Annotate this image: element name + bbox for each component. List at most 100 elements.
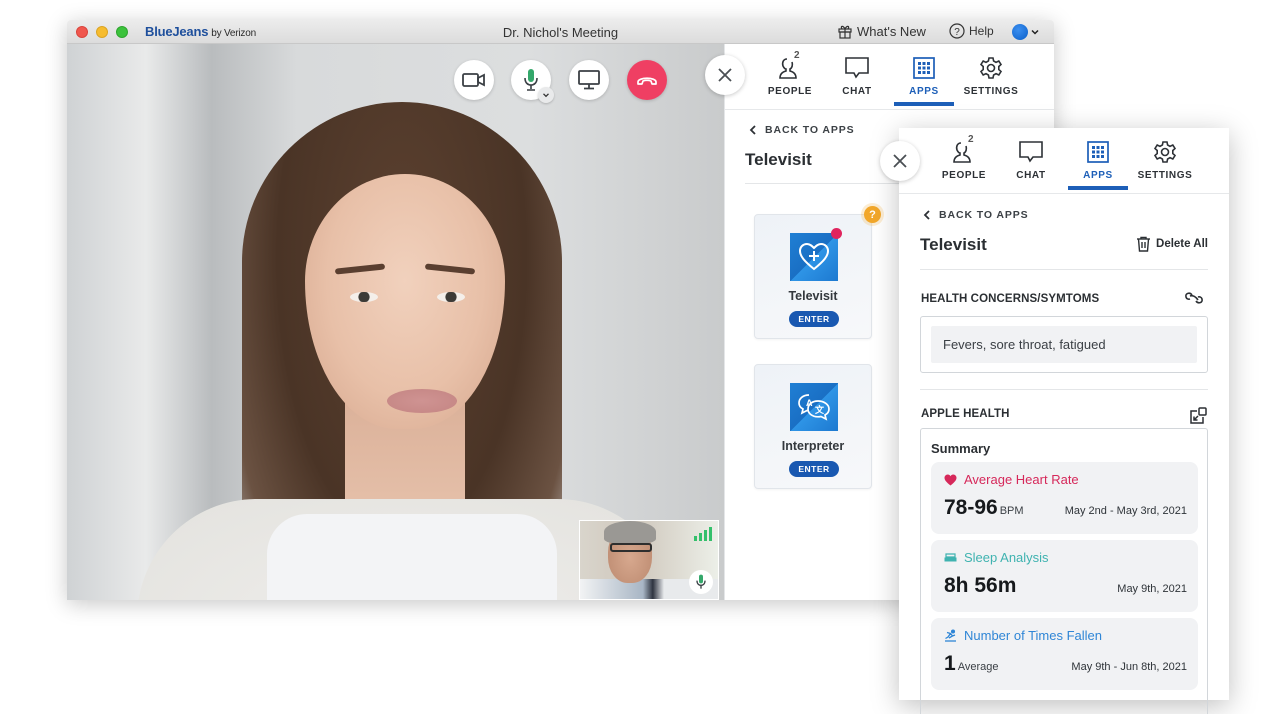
app-icon [790,233,838,281]
chat-icon [845,57,869,79]
metric-value-wrap: 8h 56m [944,574,1016,598]
monitor-share-icon [578,70,600,90]
svg-text:?: ? [954,27,960,38]
panel-title: Televisit [745,150,812,169]
gift-icon [838,25,852,39]
svg-text:A: A [806,398,813,408]
back-to-apps-label: BACK TO APPS [939,209,1029,221]
account-menu[interactable] [1012,24,1040,40]
health-concerns-field[interactable]: Fevers, sore throat, fatigued [920,316,1208,373]
active-tab-indicator [1068,186,1128,190]
tab-apps[interactable]: APPS [1065,138,1131,190]
app-card-televisit[interactable]: Televisit ENTER [754,214,872,339]
metric-header: Number of Times Fallen [944,628,1102,643]
tab-icon-wrap: 2 [931,134,997,166]
metric-card-heart-rate[interactable]: Average Heart Rate 78-96 BPM May 2nd - Ma… [931,462,1198,534]
help-circle-icon: ? [949,23,965,39]
notification-dot [831,228,842,239]
tab-settings[interactable]: SETTINGS [958,54,1024,97]
link-icon[interactable] [1184,291,1204,305]
chevron-down-icon [543,93,549,98]
tab-icon-wrap [1065,138,1131,166]
tab-chat[interactable]: CHAT [998,138,1064,181]
tab-label: APPS [909,86,939,97]
trash-icon [1137,236,1151,252]
close-panel-button[interactable] [705,55,745,95]
close-icon [718,68,732,82]
back-to-apps-link[interactable]: BACK TO APPS [923,209,1029,221]
summary-title: Summary [931,441,991,456]
app-card-interpreter[interactable]: A文 Interpreter ENTER [754,364,872,489]
apps-grid-icon [1087,141,1109,163]
tab-label: PEOPLE [767,86,813,97]
people-count-badge: 2 [794,50,800,61]
delete-all-button[interactable]: Delete All [1136,236,1208,252]
metric-value-wrap: 78-96 BPM [944,496,1024,520]
metric-header: Average Heart Rate [944,472,1079,487]
tab-chat[interactable]: CHAT [824,54,890,97]
apple-health-summary: Summary Average Heart Rate 78-96 BPM May … [920,428,1208,714]
tab-people[interactable]: 2 PEOPLE [931,134,997,181]
enter-televisit-button[interactable]: ENTER [789,311,839,327]
end-call-button[interactable] [627,60,667,100]
whats-new-label: What's New [857,23,926,39]
help-badge[interactable]: ? [864,206,881,223]
app-icon: A文 [790,383,838,431]
main-video-feed [67,44,724,600]
self-view-video[interactable] [579,520,719,600]
chevron-down-icon [1031,29,1039,35]
metric-unit: BPM [999,505,1024,517]
panel-tabs: 2 PEOPLE CHAT APPS SETTINGS [899,128,1229,194]
metric-title: Average Heart Rate [964,472,1079,487]
metric-card-falls[interactable]: Number of Times Fallen 1 Average May 9th … [931,618,1198,690]
tab-icon-wrap: 2 [757,50,823,82]
pip-glasses [610,543,652,552]
back-to-apps-link[interactable]: BACK TO APPS [749,124,855,136]
mic-options-button[interactable] [538,87,554,103]
metric-value-wrap: 1 Average [944,652,998,676]
delete-all-label: Delete All [1156,238,1208,250]
active-tab-indicator [894,102,954,106]
panel-tabs: 2 PEOPLE CHAT APPS SETTINGS [725,44,1054,110]
enter-interpreter-button[interactable]: ENTER [789,461,839,477]
fall-icon [945,629,956,642]
tab-label: CHAT [842,86,872,97]
tab-label: APPS [1083,170,1113,181]
televisit-detail-panel: 2 PEOPLE CHAT APPS SETTINGS BACK TO APPS [899,128,1229,714]
tab-people[interactable]: 2 PEOPLE [757,50,823,97]
apple-health-heading: APPLE HEALTH [921,408,1010,420]
expand-icon[interactable] [1189,407,1207,425]
microphone-icon [696,574,706,589]
divider [920,389,1208,390]
close-panel-button[interactable] [880,141,920,181]
tab-label: PEOPLE [941,170,987,181]
tab-label: SETTINGS [1137,170,1193,181]
health-concerns-heading: HEALTH CONCERNS/SYMTOMS [921,293,1100,305]
mute-toggle-button[interactable] [511,60,554,103]
help-label: Help [969,24,994,38]
bed-icon [944,552,957,561]
pip-hair [604,521,656,543]
title-bar: BlueJeans by Verizon Dr. Nichol's Meeting… [67,20,1054,44]
video-toggle-button[interactable] [454,60,494,100]
share-screen-button[interactable] [569,60,609,100]
close-icon [893,154,907,168]
app-name: Interpreter [781,439,845,453]
metric-card-sleep[interactable]: Sleep Analysis 8h 56m May 9th, 2021 [931,540,1198,612]
app-name: Televisit [788,289,838,303]
panel-title: Televisit [920,235,987,254]
metric-date: May 2nd - May 3rd, 2021 [1064,505,1187,517]
help-button[interactable]: ? Help [949,23,994,39]
tab-icon-wrap [998,138,1064,166]
avatar [1012,24,1028,40]
signal-strength-icon [694,527,712,541]
metric-value: 78-96 [944,496,998,519]
svg-text:文: 文 [814,404,825,415]
heart-plus-icon [798,242,830,271]
whats-new-button[interactable]: What's New [837,23,926,39]
tab-apps[interactable]: APPS [891,54,957,106]
tab-settings[interactable]: SETTINGS [1132,138,1198,181]
metric-unit: Average [957,661,999,673]
chat-icon [1019,141,1043,163]
gear-icon [1153,141,1177,163]
